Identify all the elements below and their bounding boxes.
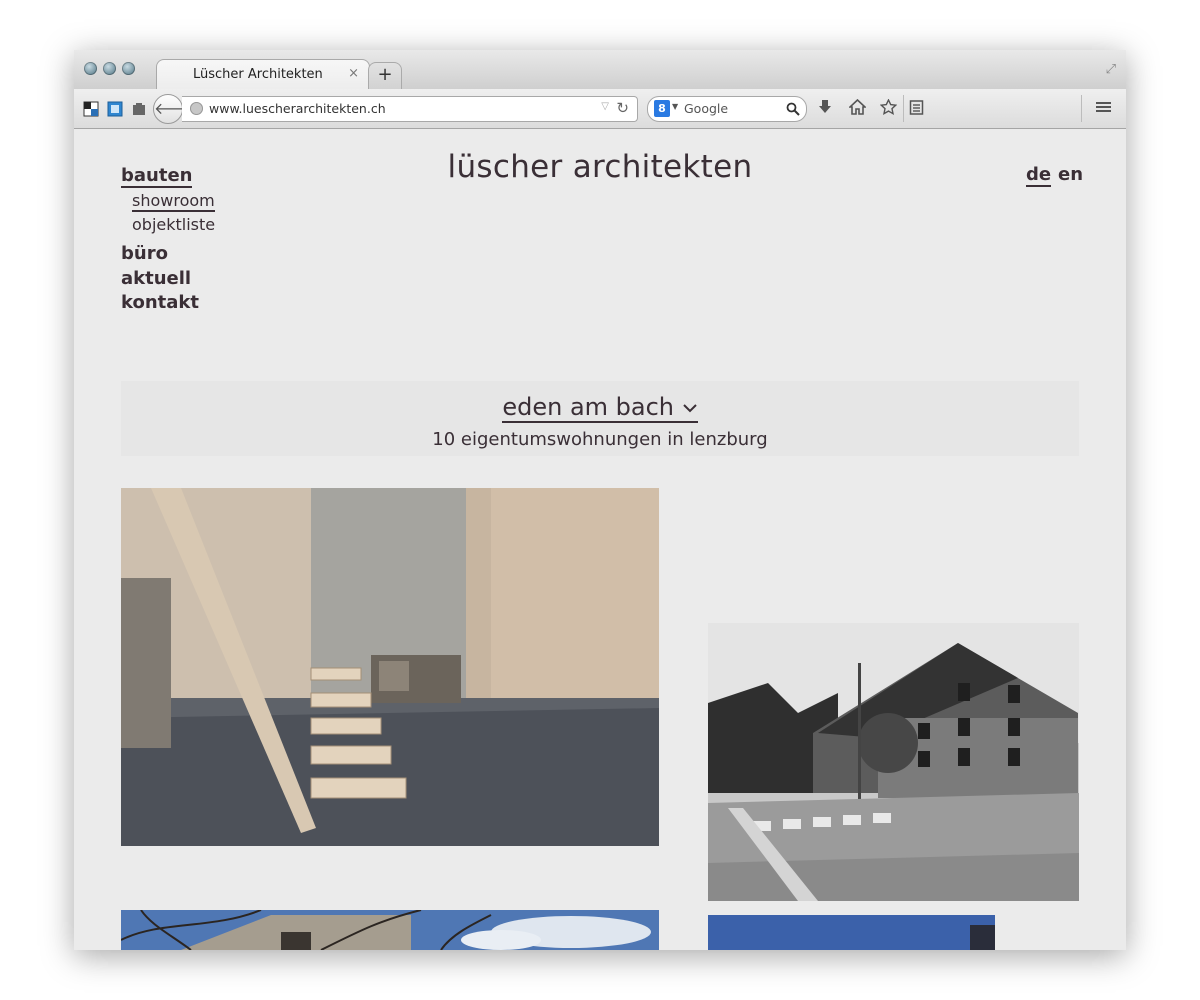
globe-icon [190,102,203,115]
url-dropdown-icon[interactable]: ▽ [601,101,609,112]
search-icon[interactable] [786,99,800,120]
menu-item-aktuell[interactable]: aktuell [121,268,191,289]
download-icon[interactable] [817,99,833,119]
fullscreen-icon[interactable]: ⤢ [1106,62,1116,77]
reading-list-icon[interactable] [909,99,924,119]
photo-street-view[interactable] [708,623,1079,901]
url-text[interactable]: www.luescherarchitekten.ch [209,101,386,116]
site-identity-icon[interactable] [83,101,99,117]
toolbar-separator [903,95,904,122]
minimize-window-button[interactable] [103,62,116,75]
new-tab-button[interactable]: + [368,62,402,89]
toolbar-separator [1081,95,1082,122]
language-de[interactable]: de [1026,164,1052,187]
tab-close-icon[interactable]: × [348,66,359,81]
menu-item-showroom[interactable]: showroom [132,191,215,212]
reload-icon[interactable]: ↻ [616,99,629,117]
photo-exterior-sky[interactable] [121,910,659,950]
browser-tab[interactable]: Lüscher Architekten × [156,59,370,91]
menu-icon[interactable] [1095,99,1112,119]
site-title[interactable]: lüscher architekten [74,149,1126,185]
menu-item-objektliste[interactable]: objektliste [132,215,215,234]
menu-item-kontakt[interactable]: kontakt [121,292,199,313]
photo-interior-staircase[interactable] [121,488,659,846]
search-engine-caret-icon[interactable]: ▼ [672,102,678,111]
close-window-button[interactable] [84,62,97,75]
zoom-window-button[interactable] [122,62,135,75]
url-bar[interactable]: www.luescherarchitekten.ch ▽ ↻ [182,96,638,122]
navigation-toolbar: 🡐 www.luescherarchitekten.ch ▽ ↻ 8 ▼ Goo… [74,89,1126,129]
page-icon[interactable] [107,101,123,117]
language-en[interactable]: en [1058,164,1083,185]
project-title-text: eden am bach [502,393,675,423]
browser-window: Lüscher Architekten × + ⤢ 🡐 www.luescher… [74,50,1126,950]
search-bar[interactable]: 8 ▼ Google [647,96,807,122]
web-page: lüscher architekten bauten showroom obje… [74,129,1126,950]
search-input[interactable]: Google [684,101,728,116]
bookmark-star-icon[interactable] [879,98,898,119]
search-engine-icon[interactable]: 8 [654,100,670,117]
home-icon[interactable] [847,98,868,119]
project-title[interactable]: eden am bach [121,393,1079,423]
chevron-down-icon [682,404,697,413]
project-subtitle: 10 eigentumswohnungen in lenzburg [432,429,768,450]
title-bar: Lüscher Architekten × + ⤢ [74,50,1126,91]
tab-title: Lüscher Architekten [193,67,323,82]
menu-item-bauten[interactable]: bauten [121,165,193,188]
menu-item-buero[interactable]: büro [121,243,168,264]
camera-icon[interactable] [131,101,147,117]
back-arrow-icon[interactable]: 🡐 [153,94,197,124]
project-header: eden am bach 10 eigentumswohnungen in le… [121,381,1079,456]
photo-facade-blue-visible[interactable] [708,915,995,950]
